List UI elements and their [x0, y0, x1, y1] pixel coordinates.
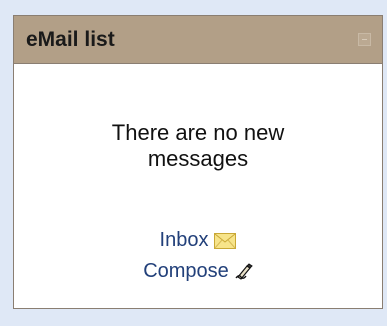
inbox-row: Inbox	[14, 228, 382, 252]
no-messages-text: There are no new messages	[111, 120, 285, 171]
pen-writing-icon[interactable]	[235, 263, 253, 281]
panel-body: There are no new messages Inbox Compose	[14, 64, 382, 308]
compose-row: Compose	[14, 259, 382, 283]
page: eMail list There are no new messages Inb…	[0, 0, 387, 326]
email-list-panel: eMail list There are no new messages Inb…	[13, 15, 383, 309]
inbox-link[interactable]: Inbox	[160, 229, 209, 251]
panel-header: eMail list	[14, 16, 382, 64]
compose-link[interactable]: Compose	[143, 260, 229, 282]
collapse-icon[interactable]	[358, 33, 371, 46]
panel-title: eMail list	[26, 28, 115, 51]
envelope-icon[interactable]	[214, 232, 237, 249]
